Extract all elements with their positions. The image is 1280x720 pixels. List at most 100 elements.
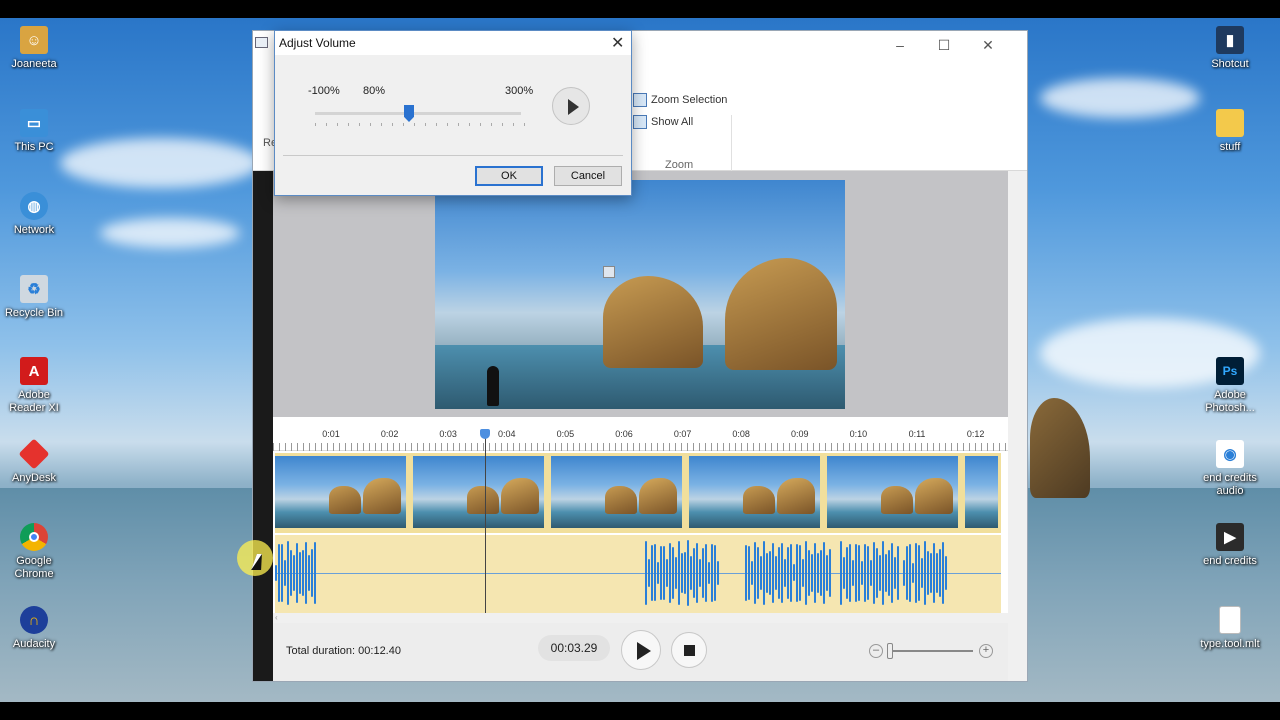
clip-thumbnail	[689, 456, 823, 528]
audio-track[interactable]	[275, 535, 1001, 613]
desktop-icon-photoshop[interactable]: Ps Adobe Photosh...	[1192, 357, 1268, 415]
audio-waveform-bar	[666, 558, 668, 588]
audacity-icon: ∩	[20, 606, 48, 634]
volume-slider-thumb[interactable]	[404, 105, 414, 122]
zoom-selection-button[interactable]: Zoom Selection	[633, 93, 727, 107]
transport-bar: Total duration: 00:12.40 00:03.29 – +	[273, 623, 1008, 681]
audio-waveform-bar	[879, 554, 881, 592]
maximize-button[interactable]: ☐	[929, 35, 959, 55]
desktop-icon-shotcut[interactable]: ▮ Shotcut	[1192, 26, 1268, 71]
desktop-icon-label: stuff	[1219, 141, 1241, 153]
timeline[interactable]: 0:01 0:02 0:03 0:04 0:05 0:06 0:07 0:08 0:09 0:10…	[273, 417, 1008, 622]
show-all-button[interactable]: Show All	[633, 115, 693, 129]
timeline-tick-label: 0:11	[908, 429, 926, 439]
desktop-icon-type-tool[interactable]: type.tool.mlt	[1192, 606, 1268, 651]
show-all-icon	[633, 115, 647, 129]
timeline-tick-label: 0:12	[966, 429, 985, 439]
video-preview[interactable]	[435, 180, 845, 409]
clip-thumbnail	[965, 456, 1001, 528]
desktop-icon-chrome[interactable]: Google Chrome	[0, 523, 72, 581]
desktop-icon-joaneeta[interactable]: ☺ Joaneeta	[0, 26, 72, 71]
audio-waveform-bar	[826, 555, 828, 591]
desktop-icon-adobe-reader[interactable]: A Adobe Reader XI	[0, 357, 72, 415]
audio-waveform-bar	[820, 549, 822, 597]
volume-slider-track[interactable]	[315, 112, 521, 115]
play-button[interactable]	[621, 630, 661, 670]
audio-waveform-bar	[657, 562, 659, 584]
timeline-tick-label: 0:04	[498, 429, 516, 439]
audio-waveform-bar	[714, 544, 716, 602]
cancel-button[interactable]: Cancel	[554, 166, 622, 186]
audio-waveform-bar	[296, 543, 298, 603]
audio-waveform-bar	[903, 559, 905, 587]
timeline-tick-label: 0:10	[849, 429, 868, 439]
audio-waveform-bar	[663, 545, 665, 601]
audio-waveform-bar	[717, 560, 719, 586]
audio-waveform-bar	[849, 544, 851, 602]
audio-waveform-bar	[858, 544, 860, 602]
playhead-handle[interactable]	[480, 429, 490, 439]
close-window-button[interactable]: ✕	[973, 35, 1003, 55]
timeline-tick-label: 0:09	[791, 429, 809, 439]
desktop-icon-anydesk[interactable]: AnyDesk	[0, 438, 72, 485]
play-icon	[568, 99, 579, 115]
anydesk-icon	[18, 438, 50, 470]
audio-waveform-bar	[293, 554, 295, 592]
timeline-scrollbar[interactable]: ‹	[273, 613, 1008, 622]
zoom-selection-label: Zoom Selection	[651, 94, 728, 106]
audio-waveform-bar	[894, 556, 896, 590]
desktop-icon-stuff[interactable]: stuff	[1192, 109, 1268, 154]
stop-button[interactable]	[671, 632, 707, 668]
left-panel-strip	[253, 171, 273, 681]
audio-waveform-bar	[930, 553, 932, 593]
audio-waveform-bar	[660, 545, 662, 601]
audio-waveform-bar	[784, 558, 786, 588]
audio-waveform-bar	[796, 543, 798, 603]
audio-waveform-bar	[678, 541, 680, 605]
desktop-icon-label: Audacity	[12, 638, 56, 650]
video-clip-track[interactable]	[275, 453, 1001, 533]
desktop-icon-label: AnyDesk	[11, 472, 57, 484]
audio-waveform-bar	[808, 550, 810, 596]
minimize-button[interactable]: –	[885, 35, 915, 55]
dialog-title: Adjust Volume	[279, 36, 356, 50]
desktop-icon-audacity[interactable]: ∩ Audacity	[0, 606, 72, 651]
desktop-icon-recycle-bin[interactable]: ♻ Recycle Bin	[0, 275, 72, 320]
audio-file-icon: ◉	[1216, 440, 1244, 468]
zoom-out-button[interactable]: –	[869, 644, 883, 658]
zoom-in-button[interactable]: +	[979, 644, 993, 658]
dialog-title-bar[interactable]: Adjust Volume ✕	[255, 31, 631, 55]
timeline-ruler[interactable]: 0:01 0:02 0:03 0:04 0:05 0:06 0:07 0:08 0:09 0:10…	[273, 423, 1008, 451]
zoom-slider-track[interactable]	[887, 650, 973, 652]
desktop-icon-end-credits[interactable]: ▶ end credits	[1192, 523, 1268, 568]
preview-play-button[interactable]	[552, 87, 590, 125]
audio-waveform-bar	[790, 543, 792, 603]
scroll-left-arrow[interactable]: ‹	[275, 613, 278, 622]
timeline-tick-label: 0:02	[380, 429, 399, 439]
audio-waveform-bar	[843, 557, 845, 589]
audio-waveform-bar	[918, 545, 920, 601]
audio-waveform-bar	[829, 549, 831, 597]
audio-waveform-bar	[760, 555, 762, 591]
zoom-slider-thumb[interactable]	[887, 643, 893, 659]
desktop-icon-this-pc[interactable]: ▭ This PC	[0, 109, 72, 154]
ok-button[interactable]: OK	[475, 166, 543, 186]
adjust-volume-dialog: Adjust Volume ✕ -100% 80% 300% OK Cancel	[255, 30, 632, 196]
audio-waveform-bar	[699, 558, 701, 588]
timeline-tick-label: 0:08	[732, 429, 750, 439]
audio-waveform-bar	[814, 543, 816, 603]
zoom-selection-icon	[633, 93, 647, 107]
audio-waveform-bar	[915, 543, 917, 603]
dialog-close-button[interactable]: ✕	[611, 33, 624, 53]
clip-thumbnail	[551, 456, 685, 528]
audio-waveform-bar	[936, 553, 938, 593]
audio-waveform-bar	[840, 540, 842, 606]
audio-waveform-bar	[675, 557, 677, 589]
audio-waveform-bar	[823, 542, 825, 604]
audio-waveform-bar	[299, 552, 301, 594]
audio-waveform-bar	[933, 543, 935, 603]
audio-waveform-bar	[696, 543, 698, 603]
desktop-icon-network[interactable]: ◍ Network	[0, 192, 72, 237]
desktop-icon-end-credits-audio[interactable]: ◉ end credits audio	[1192, 440, 1268, 498]
user-folder-icon: ☺	[20, 26, 48, 54]
